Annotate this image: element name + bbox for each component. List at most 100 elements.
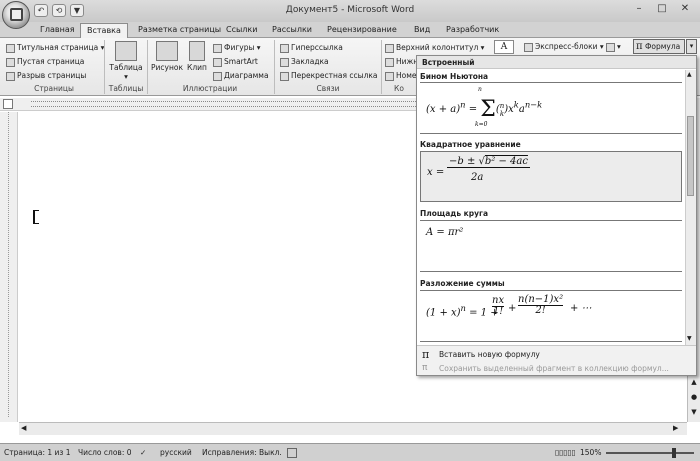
group-label-header-footer: Ко	[394, 84, 404, 93]
gallery-item-binomial[interactable]: (x + a)n = Σ(n k)xkan−k n k=0	[420, 82, 682, 134]
gallery-scrollbar[interactable]: ▲ ▼	[685, 70, 696, 345]
smartart-icon	[213, 57, 222, 67]
equation-binomial: (x + a)n = Σ(n k)xkan−k	[426, 97, 543, 122]
footer-button[interactable]: Нижн	[385, 55, 418, 69]
office-button[interactable]	[2, 1, 30, 29]
vertical-ruler[interactable]	[0, 112, 18, 422]
header-button[interactable]: Верхний колонтитул ▾	[385, 41, 484, 55]
textbox-button[interactable]: A	[494, 40, 514, 54]
page-number-button[interactable]: Номе	[385, 69, 417, 83]
zoom-slider-thumb[interactable]	[672, 448, 676, 458]
text-cursor	[33, 210, 39, 224]
header-icon	[385, 43, 394, 53]
tab-home[interactable]: Главная	[34, 23, 81, 38]
maximize-icon[interactable]: □	[651, 2, 673, 17]
page-count[interactable]: Страница: 1 из 1	[4, 448, 71, 457]
picture-button[interactable]: Рисунок	[150, 41, 184, 72]
signature-icon	[606, 42, 615, 52]
sum-upper-limit: n	[478, 86, 482, 93]
equation-circle-area: A = πr²	[426, 227, 464, 238]
gallery-item-title: Площадь круга	[420, 209, 489, 218]
clip-icon	[189, 41, 205, 61]
tab-selector-icon[interactable]	[3, 99, 13, 109]
gallery-scroll-up-icon[interactable]: ▲	[687, 71, 692, 78]
tab-page-layout[interactable]: Разметка страницы	[132, 23, 227, 38]
word-count[interactable]: Число слов: 0	[78, 448, 132, 457]
formula-button[interactable]: π Формула	[633, 39, 685, 54]
language[interactable]: русский	[160, 448, 192, 457]
chart-button[interactable]: Диаграмма	[213, 69, 269, 83]
gallery-item-quadratic[interactable]: x = −b ± √b² − 4ac 2a	[420, 151, 682, 202]
group-label-pages: Страницы	[34, 84, 74, 93]
gallery-item-sum-expansion[interactable]: (1 + x)n = 1 + nx 1! + n(n−1)x² 2! + ⋯	[420, 290, 682, 342]
table-icon	[115, 41, 137, 61]
chart-icon	[213, 71, 222, 81]
bookmark-button[interactable]: Закладка	[280, 55, 329, 69]
page-break-button[interactable]: Разрыв страницы	[6, 69, 86, 83]
tab-insert[interactable]: Вставка	[80, 23, 128, 38]
scroll-down-icon[interactable]: ▼	[689, 408, 699, 418]
window-title: Документ5 - Microsoft Word	[285, 5, 415, 15]
spelling-check-icon[interactable]: ✓	[140, 448, 146, 457]
tab-view[interactable]: Вид	[408, 23, 436, 38]
horizontal-scrollbar[interactable]: ◀ ▶	[19, 422, 687, 435]
scroll-right-icon[interactable]: ▶	[673, 424, 683, 434]
pi-icon: π	[636, 41, 643, 52]
view-buttons[interactable]: ▯▯▯▯▯	[555, 448, 576, 457]
separator	[147, 40, 148, 94]
title-page-icon	[6, 43, 15, 53]
ellipsis-term: + ⋯	[570, 303, 592, 314]
zoom-slider[interactable]	[606, 452, 694, 454]
select-browse-object-icon[interactable]: ●	[689, 393, 699, 403]
scroll-left-icon[interactable]: ◀	[21, 424, 31, 434]
quick-parts-icon	[524, 42, 533, 52]
quick-parts-button[interactable]: Экспресс-блоки ▾	[524, 40, 604, 54]
smartart-button[interactable]: SmartArt	[213, 55, 258, 69]
footer-icon	[385, 57, 394, 67]
gallery-item-title: Квадратное уравнение	[420, 140, 521, 149]
page-number-icon	[385, 71, 394, 81]
qat-customize-icon[interactable]: ▼	[70, 4, 84, 17]
cross-reference-button[interactable]: Перекрестная ссылка	[280, 69, 378, 83]
minimize-icon[interactable]: –	[628, 2, 650, 17]
macro-record-icon[interactable]	[287, 448, 297, 458]
gallery-item-circle-area[interactable]: A = πr²	[420, 220, 682, 272]
office-logo-icon	[10, 8, 23, 21]
insert-new-equation-button[interactable]: Вставить новую формулу	[439, 350, 540, 359]
signature-button[interactable]: ▾	[606, 40, 621, 54]
clip-button[interactable]: Клип	[185, 41, 209, 72]
pi-icon: π	[422, 348, 430, 361]
formula-dropdown-icon[interactable]: ▾	[686, 39, 697, 54]
tab-review[interactable]: Рецензирование	[321, 23, 403, 38]
picture-icon	[156, 41, 178, 61]
save-selection-button[interactable]: Сохранить выделенный фрагмент в коллекци…	[439, 364, 669, 373]
tab-mailings[interactable]: Рассылки	[266, 23, 318, 38]
tab-references[interactable]: Ссылки	[220, 23, 263, 38]
gallery-scroll-thumb[interactable]	[687, 116, 694, 196]
title-page-button[interactable]: Титульная страница ▾	[6, 41, 104, 55]
hyperlink-button[interactable]: Гиперссылка	[280, 41, 343, 55]
scroll-up-icon[interactable]: ▲	[689, 378, 699, 388]
status-bar: Страница: 1 из 1 Число слов: 0 ✓ русский…	[0, 443, 700, 461]
equation-gallery: Встроенный Бином Ньютона (x + a)n = Σ(n k…	[416, 55, 697, 376]
undo-icon[interactable]: ↶	[34, 4, 48, 17]
hyperlink-icon	[280, 43, 289, 53]
title-bar: ↶ ⟲ ▼ Документ5 - Microsoft Word – □ ✕	[0, 0, 700, 22]
tab-developer[interactable]: Разработчик	[440, 23, 505, 38]
equation-quadratic: x =	[427, 167, 445, 178]
cross-reference-icon	[280, 71, 289, 81]
save-equation-icon: π	[422, 363, 428, 373]
table-button[interactable]: Таблица ▾	[108, 41, 144, 81]
blank-page-button[interactable]: Пустая страница	[6, 55, 84, 69]
shapes-button[interactable]: Фигуры ▾	[213, 41, 261, 55]
zoom-level[interactable]: 150%	[580, 448, 601, 457]
plus-sign: +	[508, 303, 517, 314]
gallery-scroll-down-icon[interactable]: ▼	[687, 335, 692, 342]
sum-lower-limit: k=0	[475, 121, 488, 128]
redo-icon[interactable]: ⟲	[52, 4, 66, 17]
close-icon[interactable]: ✕	[674, 2, 696, 17]
quadratic-numerator: −b ± √b² − 4ac	[447, 156, 530, 168]
equation-sum-expansion: (1 + x)n = 1 +	[426, 303, 499, 319]
track-changes[interactable]: Исправления: Выкл.	[202, 448, 282, 457]
ruler-scale	[31, 101, 416, 107]
